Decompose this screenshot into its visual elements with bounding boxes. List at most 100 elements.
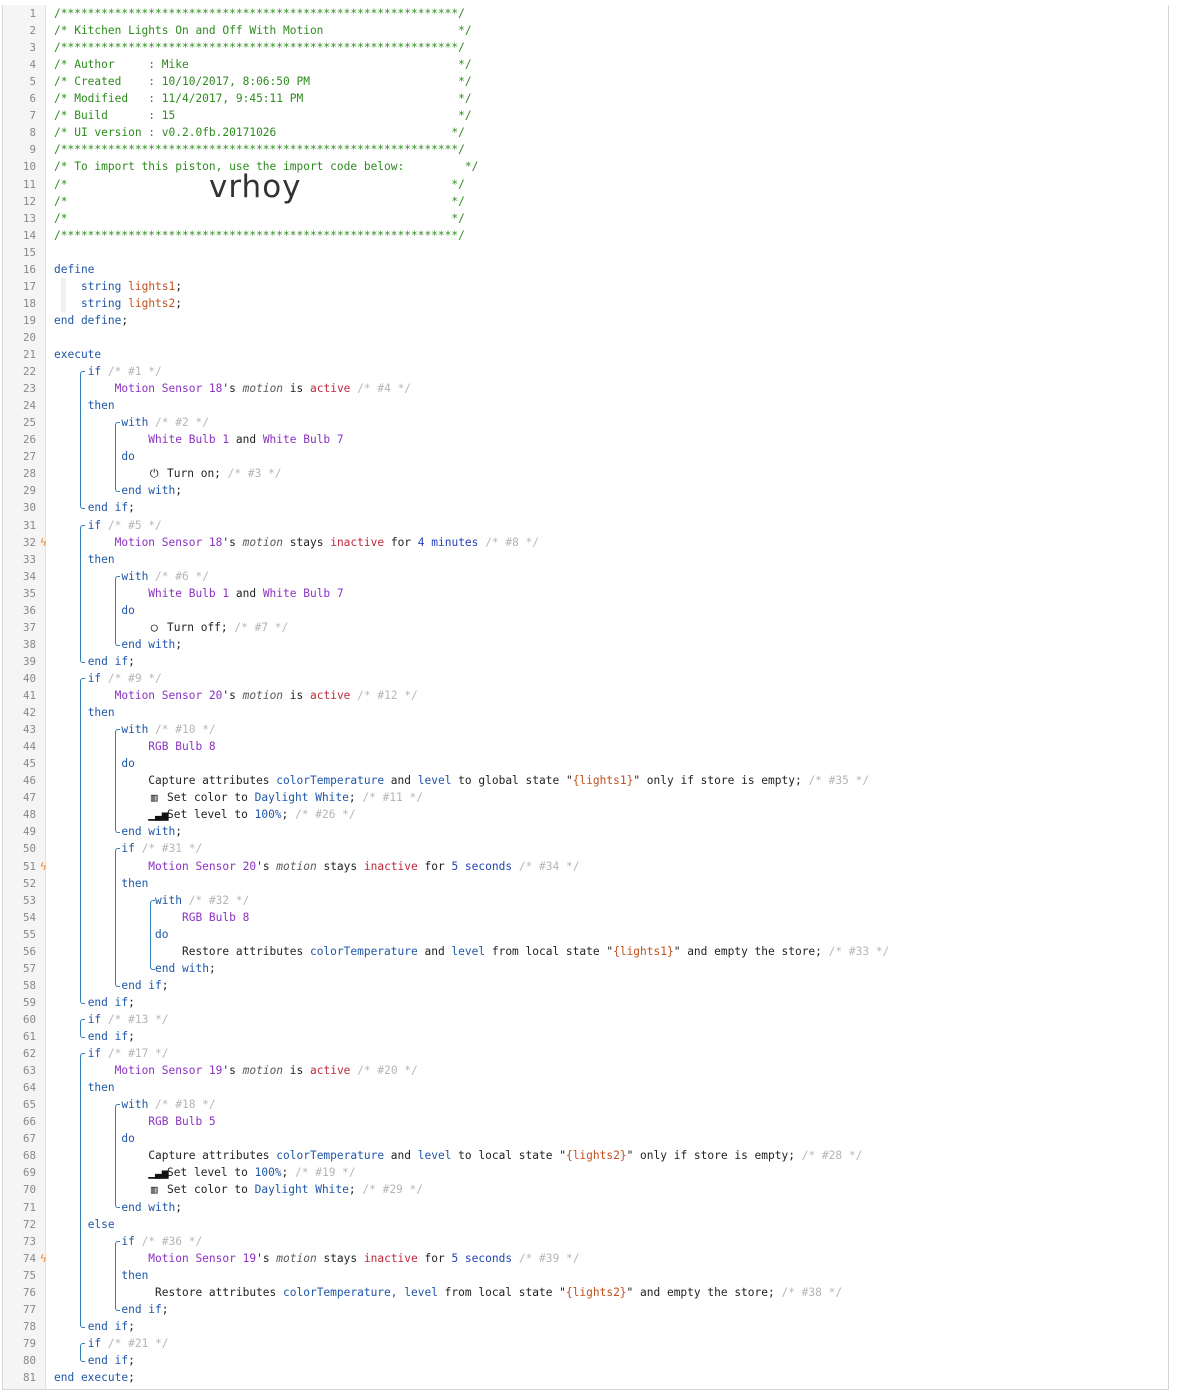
color-swatch-icon: ▥ [150,791,158,805]
code-token: motion [242,1064,284,1078]
code-line: 3 /**************************************… [3,39,1163,56]
lightning-bolt-icon: ϟ [40,535,47,549]
block-bracket [80,1342,85,1362]
keyword: end define [54,313,122,327]
code-line: 58 end if; [3,977,1163,994]
code-text: /* Author : Mike */ [54,56,472,73]
keyword: with [121,416,156,430]
code-token: ; [175,825,182,839]
line-number: 62 [22,1047,36,1061]
line-number: 7 [29,109,36,123]
code-token: from local state " [485,944,614,958]
line-number: 81 [22,1371,36,1384]
block-bracket [115,575,120,646]
keyword: end if [87,1353,129,1367]
line-number: 4 [29,58,36,72]
code-token: 's [256,1251,277,1265]
code-text: string lights1; [54,278,182,295]
block-bracket [115,422,120,493]
keyword: if [87,365,108,379]
code-line: 80 end if; [3,1352,1163,1369]
statement-id: /* #32 */ [188,893,250,907]
keyword: if [121,1234,142,1248]
code-line: 76 Restore attributes colorTemperature, … [3,1284,1163,1301]
device-name: RGB Bulb 5 [148,1115,216,1129]
keyword: if [87,518,108,532]
line-number: 19 [22,313,36,327]
code-line: 35 White Bulb 1 and White Bulb 7 [3,585,1163,602]
code-line: 19 end define; [3,312,1163,329]
line-number: 45 [22,757,36,771]
line-number: 48 [22,808,36,822]
code-text: ▥ Set color to Daylight White; /* #29 */ [54,1181,423,1198]
code-token: ; [348,1183,356,1197]
device-name: White Bulb 7 [262,586,344,600]
code-text: string lights2; [54,295,182,312]
code-text: Motion Sensor 20's motion stays inactive… [54,858,579,875]
comment: /***************************************… [54,228,465,242]
code-text: if /* #17 */ [54,1045,169,1062]
line-number: 55 [22,927,36,941]
code-line: 21 execute [3,346,1163,363]
line-number: 72 [22,1217,36,1231]
line-number: 67 [22,1132,36,1146]
block-bracket [80,524,85,663]
code-token: is [283,1064,310,1078]
code-token: ; [175,1200,182,1214]
device-name: Motion Sensor 18 [114,382,223,396]
code-line: 2 /* Kitchen Lights On and Off With Motio… [3,22,1163,39]
keyword: do [155,927,169,941]
line-number: 65 [22,1098,36,1112]
keyword: end if [121,1302,162,1316]
code-token: Capture attributes [54,1149,277,1163]
line-number: 16 [22,262,36,276]
keyword: end with [121,825,176,839]
line-number: 53 [22,893,36,907]
code-line: 31 if /* #5 */ [3,517,1163,534]
line-number: 24 [22,399,36,413]
code-line: 70 ▥ Set color to Daylight White; /* #29… [3,1181,1163,1198]
keyword: end with [121,1200,176,1214]
keyword: then [87,706,115,720]
code-line: 68 Capture attributes colorTemperature a… [3,1147,1163,1164]
code-text: execute [54,346,101,363]
code-text: Motion Sensor 19's motion stays inactive… [54,1250,579,1267]
code-text: /* Kitchen Lights On and Off With Motion… [54,22,472,39]
statement-id: /* #11 */ [355,791,423,805]
code-line: 6 /* Modified : 11/4/2017, 9:45:11 PM */ [3,90,1163,107]
line-number: 33 [22,552,36,566]
code-line: 38 end with; [3,636,1163,653]
comment: /***************************************… [54,41,465,55]
color-swatch-icon: ▥ [150,1183,158,1197]
level-bars-icon: ▁▃▅ [148,808,169,822]
code-token: ; [128,1353,135,1367]
code-token: and [229,433,263,447]
keyword: Daylight White [254,1183,349,1197]
code-token: for [384,535,418,549]
line-number: 21 [22,348,36,361]
code-text: if /* #1 */ [54,363,162,380]
statement-id: /* #31 */ [141,842,203,856]
code-token: ; [128,995,135,1009]
code-token: {lights2} [565,1285,627,1299]
statement-id: /* #19 */ [288,1166,356,1180]
code-text: end if; [54,653,135,670]
code-token: and [417,944,452,958]
code-line: 79 if /* #21 */ [3,1335,1163,1352]
statement-id: /* #29 */ [355,1183,423,1197]
code-line: 71 end with; [3,1199,1163,1216]
code-line: 23 Motion Sensor 18's motion is active /… [3,380,1163,397]
code-token: motion [242,689,284,702]
code-text: Motion Sensor 20's motion is active /* #… [54,687,418,704]
code-token: and [384,774,418,788]
code-line: 49 end with; [3,823,1163,840]
